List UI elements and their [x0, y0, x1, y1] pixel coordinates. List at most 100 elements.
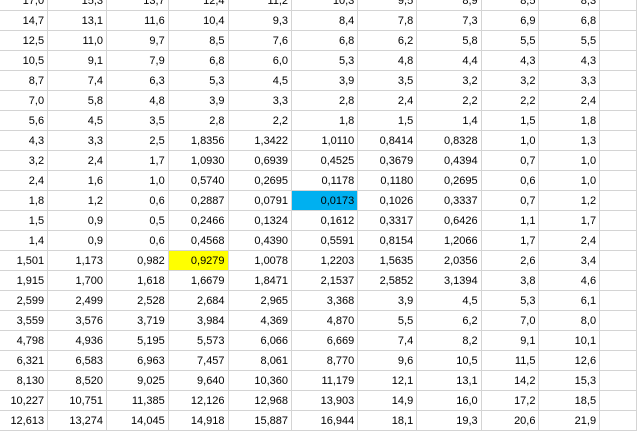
sheet-cell[interactable]: 13,274 — [47, 410, 108, 431]
sheet-cell-empty[interactable] — [599, 270, 637, 291]
sheet-cell[interactable]: 6,321 — [0, 350, 49, 371]
sheet-cell[interactable]: 5,3 — [168, 70, 229, 91]
sheet-cell[interactable]: 2,4 — [47, 150, 108, 171]
sheet-cell[interactable]: 5,573 — [168, 330, 229, 351]
sheet-cell[interactable]: 11,0 — [47, 30, 108, 51]
sheet-cell[interactable]: 8,7 — [0, 70, 49, 91]
sheet-cell[interactable]: 1,0 — [538, 150, 601, 171]
sheet-cell[interactable]: 6,1 — [538, 290, 601, 311]
sheet-cell[interactable]: 5,5 — [357, 310, 418, 331]
sheet-cell[interactable]: 2,2 — [416, 90, 482, 111]
sheet-cell[interactable]: 1,8356 — [168, 130, 229, 151]
sheet-cell-empty[interactable] — [599, 210, 637, 231]
sheet-cell[interactable]: 1,3 — [538, 130, 601, 151]
sheet-cell[interactable]: 1,1 — [481, 210, 540, 231]
sheet-cell[interactable]: 0,5591 — [291, 230, 359, 251]
sheet-cell-empty[interactable] — [599, 410, 637, 431]
sheet-cell[interactable]: 8,5 — [481, 0, 540, 11]
sheet-cell[interactable]: 3,9 — [357, 290, 418, 311]
sheet-cell[interactable]: 3,1394 — [416, 270, 482, 291]
sheet-cell-empty[interactable] — [599, 350, 637, 371]
sheet-cell[interactable]: 1,0 — [481, 130, 540, 151]
sheet-cell[interactable]: 3,4 — [538, 250, 601, 271]
sheet-cell[interactable]: 2,6 — [481, 250, 540, 271]
sheet-cell[interactable]: 1,5 — [357, 110, 418, 131]
sheet-cell[interactable]: 3,559 — [0, 310, 49, 331]
sheet-cell[interactable]: 16,944 — [291, 410, 359, 431]
sheet-cell[interactable]: 0,3679 — [357, 150, 418, 171]
sheet-cell[interactable]: 0,4390 — [228, 230, 293, 251]
sheet-cell[interactable]: 3,3 — [538, 70, 601, 91]
sheet-cell[interactable]: 9,7 — [106, 30, 169, 51]
sheet-cell[interactable]: 9,6 — [357, 350, 418, 371]
sheet-cell[interactable]: 9,3 — [228, 10, 293, 31]
sheet-cell[interactable]: 11,5 — [481, 350, 540, 371]
sheet-cell[interactable]: 4,5 — [47, 110, 108, 131]
sheet-cell-highlighted[interactable]: 0,0173 — [291, 190, 359, 211]
sheet-cell-empty[interactable] — [599, 250, 637, 271]
sheet-cell-empty[interactable] — [599, 50, 637, 71]
sheet-cell[interactable]: 1,8 — [291, 110, 359, 131]
sheet-cell[interactable]: 8,770 — [291, 350, 359, 371]
sheet-cell[interactable]: 12,5 — [0, 30, 49, 51]
sheet-cell[interactable]: 7,0 — [0, 90, 49, 111]
sheet-cell[interactable]: 0,2695 — [228, 170, 293, 191]
sheet-cell[interactable]: 12,1 — [357, 370, 418, 391]
sheet-cell[interactable]: 1,173 — [47, 250, 108, 271]
sheet-cell[interactable]: 1,501 — [0, 250, 49, 271]
sheet-cell[interactable]: 11,385 — [106, 390, 169, 411]
sheet-cell[interactable]: 1,2 — [538, 190, 601, 211]
sheet-cell[interactable]: 3,5 — [106, 110, 169, 131]
sheet-cell[interactable]: 1,8 — [538, 110, 601, 131]
sheet-cell-empty[interactable] — [599, 330, 637, 351]
sheet-cell[interactable]: 10,3 — [291, 0, 359, 11]
sheet-cell[interactable]: 2,684 — [168, 290, 229, 311]
sheet-cell[interactable]: 4,6 — [538, 270, 601, 291]
sheet-cell[interactable]: 5,8 — [416, 30, 482, 51]
sheet-cell[interactable]: 3,3 — [47, 130, 108, 151]
sheet-cell[interactable]: 8,5 — [168, 30, 229, 51]
sheet-cell-empty[interactable] — [599, 0, 637, 11]
sheet-cell[interactable]: 7,6 — [228, 30, 293, 51]
sheet-cell[interactable]: 14,2 — [481, 370, 540, 391]
sheet-cell-empty[interactable] — [599, 190, 637, 211]
sheet-cell[interactable]: 9,1 — [481, 330, 540, 351]
sheet-cell-empty[interactable] — [599, 230, 637, 251]
sheet-cell[interactable]: 1,2203 — [291, 250, 359, 271]
sheet-cell[interactable]: 11,2 — [228, 0, 293, 11]
sheet-cell-empty[interactable] — [599, 90, 637, 111]
sheet-cell[interactable]: 6,583 — [47, 350, 108, 371]
sheet-cell-empty[interactable] — [599, 30, 637, 51]
sheet-cell[interactable]: 0,2466 — [168, 210, 229, 231]
sheet-cell[interactable]: 1,7 — [538, 210, 601, 231]
sheet-cell[interactable]: 1,0110 — [291, 130, 359, 151]
sheet-cell[interactable]: 1,5635 — [357, 250, 418, 271]
sheet-cell[interactable]: 0,0791 — [228, 190, 293, 211]
sheet-cell[interactable]: 6,2 — [357, 30, 418, 51]
sheet-cell[interactable]: 0,1178 — [291, 170, 359, 191]
sheet-cell[interactable]: 3,9 — [291, 70, 359, 91]
sheet-cell[interactable]: 1,5 — [0, 210, 49, 231]
sheet-cell[interactable]: 4,4 — [416, 50, 482, 71]
sheet-cell[interactable]: 7,3 — [416, 10, 482, 31]
sheet-cell[interactable]: 0,1612 — [291, 210, 359, 231]
sheet-cell[interactable]: 18,1 — [357, 410, 418, 431]
sheet-cell[interactable]: 0,9 — [47, 210, 108, 231]
sheet-cell[interactable]: 1,700 — [47, 270, 108, 291]
sheet-cell[interactable]: 17,0 — [0, 0, 49, 11]
sheet-cell[interactable]: 5,3 — [291, 50, 359, 71]
sheet-cell[interactable]: 3,719 — [106, 310, 169, 331]
sheet-cell[interactable]: 15,3 — [47, 0, 108, 11]
sheet-cell[interactable]: 0,8328 — [416, 130, 482, 151]
sheet-cell[interactable]: 2,8 — [291, 90, 359, 111]
sheet-cell[interactable]: 0,3337 — [416, 190, 482, 211]
sheet-cell-empty[interactable] — [599, 150, 637, 171]
sheet-cell-empty[interactable] — [599, 170, 637, 191]
sheet-cell[interactable]: 0,6 — [481, 170, 540, 191]
sheet-cell[interactable]: 4,870 — [291, 310, 359, 331]
sheet-cell[interactable]: 1,2 — [47, 190, 108, 211]
sheet-cell[interactable]: 4,5 — [416, 290, 482, 311]
sheet-cell[interactable]: 0,4394 — [416, 150, 482, 171]
sheet-cell-highlighted[interactable]: 0,9279 — [168, 250, 229, 271]
sheet-cell[interactable]: 17,2 — [481, 390, 540, 411]
